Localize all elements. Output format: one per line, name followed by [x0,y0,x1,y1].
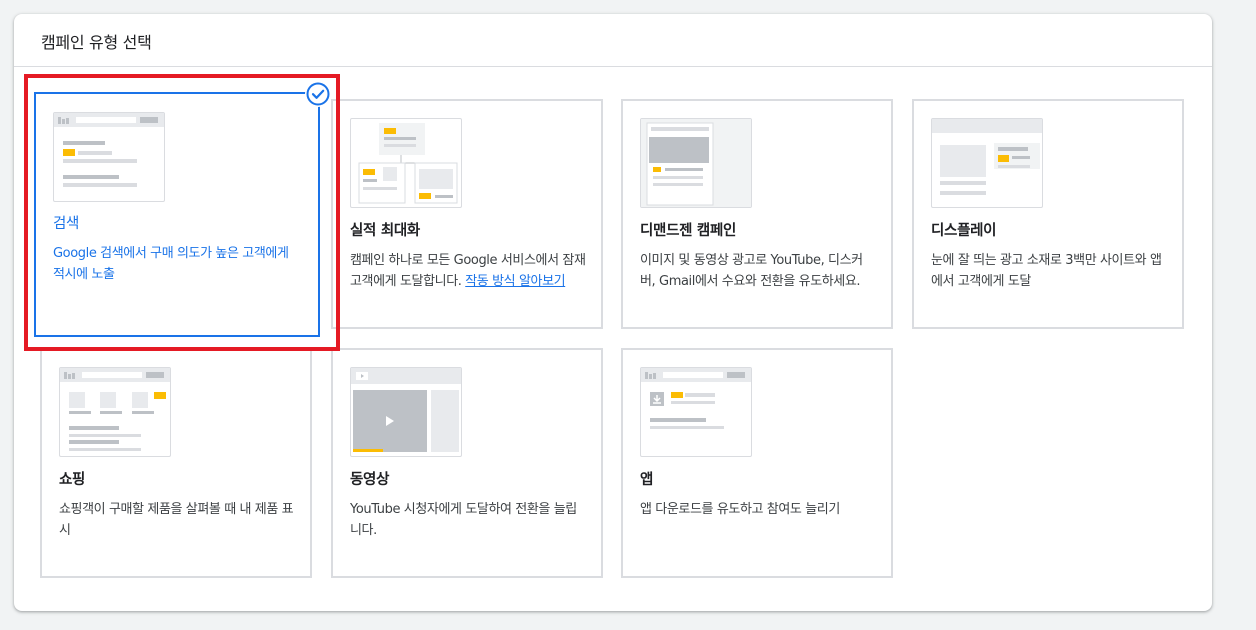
campaign-card-video[interactable]: 동영상 YouTube 시청자에게 도달하여 전환을 늘립니다. [331,348,603,578]
card-title: 실적 최대화 [350,223,420,239]
card-title: 앱 [640,472,654,488]
panel-title: 캠페인 유형 선택 [41,33,152,52]
video-thumbnail [350,367,462,457]
card-title: 동영상 [350,472,390,488]
app-thumbnail [640,367,752,457]
campaign-card-display[interactable]: 디스플레이 눈에 잘 띄는 광고 소재로 3백만 사이트와 앱에서 고객에게 도… [912,99,1184,329]
card-description: YouTube 시청자에게 도달하여 전환을 늘립니다. [350,502,577,538]
demand-gen-thumbnail [640,118,752,208]
campaign-card-demand-gen[interactable]: 디맨드젠 캠페인 이미지 및 동영상 광고로 YouTube, 디스커버, Gm… [621,99,893,329]
card-title: 쇼핑 [59,472,86,488]
campaign-card-performance-max[interactable]: 실적 최대화 캠페인 하나로 모든 Google 서비스에서 잠재고객에게 도달… [331,99,603,329]
panel-divider [14,66,1212,67]
card-title: 디스플레이 [931,223,997,239]
performance-max-thumbnail [350,118,462,208]
campaign-card-shopping[interactable]: 쇼핑 쇼핑객이 구매할 제품을 살펴볼 때 내 제품 표시 [40,348,312,578]
learn-more-link[interactable]: 작동 방식 알아보기 [465,274,565,289]
check-circle-icon [305,81,331,107]
search-thumbnail [53,112,165,202]
display-thumbnail [931,118,1043,208]
campaign-card-search[interactable]: 검색 Google 검색에서 구매 의도가 높은 고객에게 적시에 노출 [34,92,320,337]
card-description: 쇼핑객이 구매할 제품을 살펴볼 때 내 제품 표시 [59,502,294,538]
shopping-thumbnail [59,367,171,457]
card-title: 검색 [53,216,80,232]
card-description: 앱 다운로드를 유도하고 참여도 늘리기 [640,502,840,517]
card-title: 디맨드젠 캠페인 [640,223,737,239]
card-description: 캠페인 하나로 모든 Google 서비스에서 잠재고객에게 도달합니다. 작동… [350,253,586,289]
card-description: Google 검색에서 구매 의도가 높은 고객에게 적시에 노출 [53,246,289,282]
card-description: 이미지 및 동영상 광고로 YouTube, 디스커버, Gmail에서 수요와… [640,253,863,289]
card-description: 눈에 잘 띄는 광고 소재로 3백만 사이트와 앱에서 고객에게 도달 [931,253,1162,289]
campaign-card-app[interactable]: 앱 앱 다운로드를 유도하고 참여도 늘리기 [621,348,893,578]
